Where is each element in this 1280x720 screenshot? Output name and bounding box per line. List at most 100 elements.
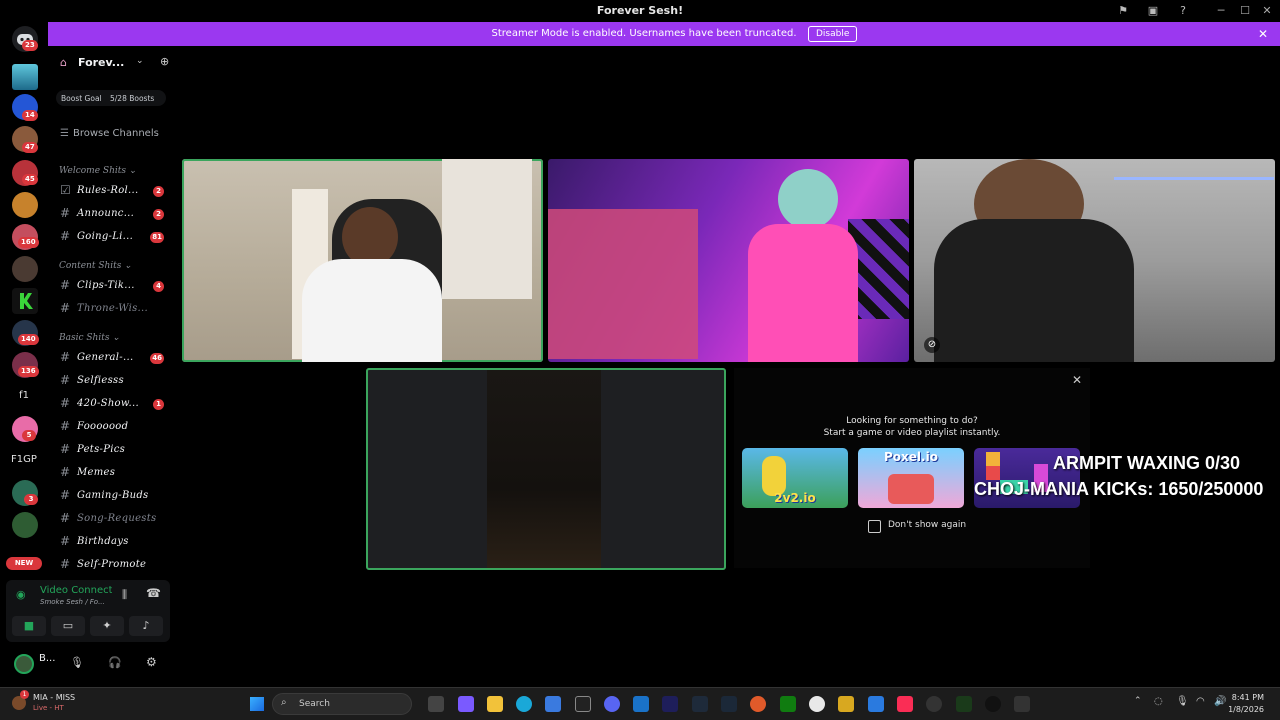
chevron-down-icon: ⌄ xyxy=(136,56,144,66)
game-card-poxel[interactable]: Poxel.io xyxy=(858,448,964,508)
avatar[interactable] xyxy=(14,654,34,674)
store-icon[interactable] xyxy=(545,696,561,712)
channel-item[interactable]: # Song-Requests xyxy=(58,510,168,528)
screen-share-button[interactable]: ▭ xyxy=(51,616,85,636)
search-icon: ⌕ xyxy=(281,697,287,708)
server-icon[interactable] xyxy=(12,288,38,314)
close-icon[interactable]: ✕ xyxy=(1072,373,1082,387)
category-header[interactable]: Welcome Shits ⌄ xyxy=(59,166,136,176)
channel-item[interactable]: # Pets-Pics xyxy=(58,441,168,459)
boost-label: Boost Goal xyxy=(61,94,102,103)
notification-badge: 47 xyxy=(22,142,38,153)
music-icon[interactable] xyxy=(897,696,913,712)
channel-item[interactable]: # Gaming-Buds xyxy=(58,487,168,505)
premiere-icon[interactable] xyxy=(662,696,678,712)
server-initials[interactable]: F1GP xyxy=(8,454,40,465)
wifi-icon[interactable]: ◠ xyxy=(1196,696,1205,707)
volume-icon[interactable]: 🔊 xyxy=(1214,696,1226,707)
server-header[interactable]: ⌂ Forev... ⌄ ⊕ xyxy=(58,55,173,70)
date: 1/8/2026 xyxy=(1228,705,1264,714)
disable-button[interactable]: Disable xyxy=(808,26,858,42)
video-tile[interactable] xyxy=(366,368,726,570)
headphones-icon[interactable]: 🎧 xyxy=(108,656,122,669)
server-icon[interactable] xyxy=(12,512,38,538)
activities-button[interactable]: ✦ xyxy=(90,616,124,636)
network-icon[interactable]: ◌ xyxy=(1154,696,1163,707)
banana-character xyxy=(762,456,786,496)
channel-item[interactable]: # Throne-Wis... xyxy=(58,300,168,318)
browse-channels[interactable]: ☰ Browse Channels xyxy=(60,128,159,139)
edge-icon[interactable] xyxy=(516,696,532,712)
unread-badge: 81 xyxy=(150,232,164,243)
outlook-icon[interactable] xyxy=(633,696,649,712)
channel-item[interactable]: #420-Show... 1 xyxy=(58,395,168,413)
clock[interactable]: 8:41 PM 1/8/2026 xyxy=(1228,692,1264,716)
channel-item[interactable]: # Memes xyxy=(58,464,168,482)
soundboard-button[interactable]: ♪ xyxy=(129,616,163,636)
disconnect-icon[interactable]: ☎ xyxy=(146,586,161,600)
task-view-icon[interactable] xyxy=(428,696,444,712)
led-strip xyxy=(1114,177,1274,180)
app-icon[interactable] xyxy=(1014,696,1030,712)
chevron-up-icon[interactable]: ⌃ xyxy=(1134,696,1142,706)
browse-label: Browse Channels xyxy=(72,128,159,139)
channel-item[interactable]: # Going-Li... 81 xyxy=(58,228,168,246)
file-explorer-icon[interactable] xyxy=(487,696,503,712)
video-tile[interactable]: ⊘ xyxy=(914,159,1275,362)
server-initials[interactable]: f1 xyxy=(8,390,40,401)
rockstar-icon[interactable] xyxy=(838,696,854,712)
channel-item[interactable]: # Announc... 2 xyxy=(58,205,168,223)
help-icon[interactable]: ? xyxy=(1176,4,1190,18)
inbox-icon[interactable]: ⚑ xyxy=(1116,4,1130,18)
app-icon[interactable] xyxy=(868,696,884,712)
noise-suppression-icon[interactable]: ⫼ xyxy=(122,588,127,602)
microphone-icon[interactable]: 🎙 xyxy=(70,656,84,669)
minimize-button[interactable]: ─ xyxy=(1208,3,1234,19)
channel-name: General-... xyxy=(77,352,134,363)
close-icon[interactable]: ✕ xyxy=(1258,27,1268,41)
boost-goal[interactable]: Boost Goal 5/28 Boosts xyxy=(56,90,166,106)
close-window-button[interactable]: ✕ xyxy=(1254,3,1280,19)
category-header[interactable]: Basic Shits ⌄ xyxy=(59,333,120,343)
channel-item[interactable]: ☑ Rules-Rol... 2 xyxy=(58,182,168,200)
app-icon[interactable] xyxy=(985,696,1001,712)
epic-games-icon[interactable] xyxy=(575,696,591,712)
video-tile[interactable] xyxy=(182,159,543,362)
xbox-icon[interactable] xyxy=(780,696,796,712)
hash-icon: # xyxy=(60,373,71,387)
add-member-icon[interactable]: ⊕ xyxy=(160,55,169,68)
lightroom-icon[interactable] xyxy=(692,696,708,712)
windows-start-icon[interactable] xyxy=(250,697,264,711)
chrome-icon[interactable] xyxy=(809,696,825,712)
server-icon[interactable] xyxy=(12,64,38,90)
discord-icon[interactable] xyxy=(604,696,620,712)
title-bar: Forever Sesh! ⚑ ▣ ? ─ ☐ ✕ xyxy=(0,0,1280,22)
category-header[interactable]: Content Shits ⌄ xyxy=(59,261,132,271)
signal-icon: ◉ xyxy=(16,588,26,601)
camera-button[interactable]: ■ xyxy=(12,616,46,636)
channel-item[interactable]: # Birthdays xyxy=(58,533,168,551)
channel-item[interactable]: # Fooooood xyxy=(58,418,168,436)
hash-icon: # xyxy=(60,511,71,525)
steam-icon[interactable] xyxy=(721,696,737,712)
nvidia-icon[interactable] xyxy=(956,696,972,712)
server-icon[interactable] xyxy=(12,256,38,282)
settings-gear-icon[interactable]: ⚙ xyxy=(146,655,157,669)
channel-item[interactable]: # General-... 46 xyxy=(58,349,168,367)
video-tile[interactable] xyxy=(548,159,909,362)
server-icon[interactable] xyxy=(12,192,38,218)
obs-icon[interactable] xyxy=(926,696,942,712)
game-card-2v2[interactable]: 2v2.io xyxy=(742,448,848,508)
voice-channel[interactable]: Smoke Sesh / Fo... xyxy=(40,598,105,606)
app-icon[interactable] xyxy=(750,696,766,712)
microphone-icon[interactable]: 🎙 xyxy=(1176,696,1189,707)
channel-item[interactable]: # Selfiesss xyxy=(58,372,168,390)
home-icon: ⌂ xyxy=(60,56,67,69)
taskbar-search[interactable]: ⌕ Search xyxy=(272,693,412,715)
copilot-icon[interactable] xyxy=(458,696,474,712)
screen-icon[interactable]: ▣ xyxy=(1146,4,1160,18)
search-placeholder: Search xyxy=(299,699,330,709)
dont-show-checkbox[interactable] xyxy=(868,520,881,533)
channel-item[interactable]: # Self-Promote xyxy=(58,556,168,574)
channel-item[interactable]: # Clips-Tik... 4 xyxy=(58,277,168,295)
